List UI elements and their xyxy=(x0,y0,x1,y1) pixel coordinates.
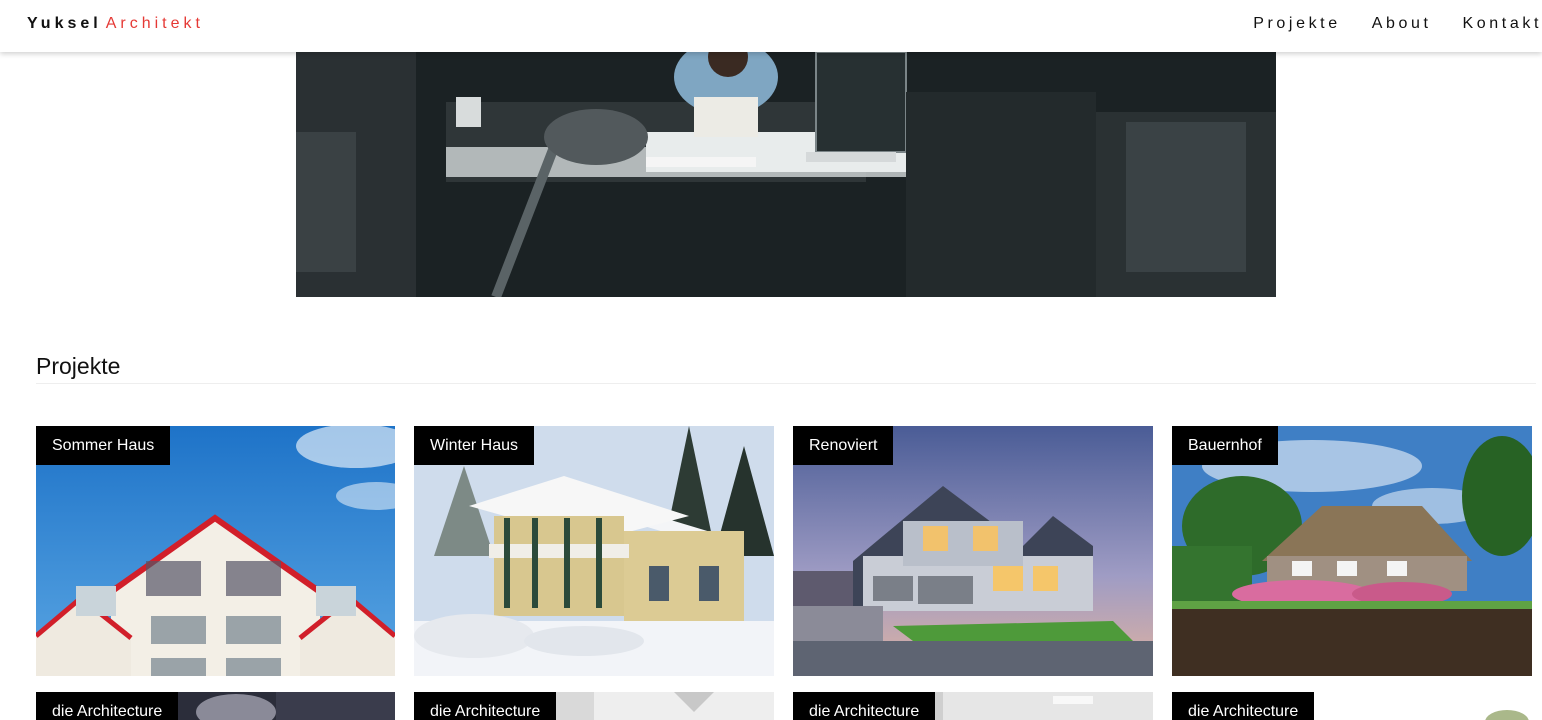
project-card-architecture-4[interactable]: die Architecture xyxy=(1172,692,1532,720)
brand-second: Architekt xyxy=(105,15,204,32)
nav-item-about[interactable]: About xyxy=(1372,15,1432,33)
project-label: die Architecture xyxy=(1172,692,1315,720)
section-divider xyxy=(36,383,1536,384)
project-card-architecture-1[interactable]: die Architecture xyxy=(36,692,395,720)
brand-first: Yuksel xyxy=(27,15,102,32)
project-card-winter-haus[interactable]: Winter Haus xyxy=(414,426,774,676)
nav-item-kontakt[interactable]: Kontakt xyxy=(1463,15,1542,33)
top-navbar: Yuksel Architekt Projekte About Kontakt xyxy=(0,0,1542,52)
project-label: Renoviert xyxy=(793,426,894,465)
section-title-projekte: Projekte xyxy=(36,353,121,379)
project-label: Sommer Haus xyxy=(36,426,171,465)
project-card-bauernhof[interactable]: Bauernhof xyxy=(1172,426,1532,676)
project-label: Winter Haus xyxy=(414,426,535,465)
project-label: die Architecture xyxy=(414,692,557,720)
project-card-architecture-3[interactable]: die Architecture xyxy=(793,692,1153,720)
project-card-renoviert[interactable]: Renoviert xyxy=(793,426,1153,676)
project-card-sommer-haus[interactable]: Sommer Haus xyxy=(36,426,395,676)
brand-logo[interactable]: Yuksel Architekt xyxy=(27,15,204,33)
hero-image xyxy=(296,52,1276,297)
project-label: die Architecture xyxy=(36,692,179,720)
nav-item-projekte[interactable]: Projekte xyxy=(1253,15,1341,33)
main-nav: Projekte About Kontakt xyxy=(1253,15,1542,33)
hero-illustration xyxy=(296,52,1276,297)
project-label: die Architecture xyxy=(793,692,936,720)
project-card-architecture-2[interactable]: die Architecture xyxy=(414,692,774,720)
project-label: Bauernhof xyxy=(1172,426,1278,465)
